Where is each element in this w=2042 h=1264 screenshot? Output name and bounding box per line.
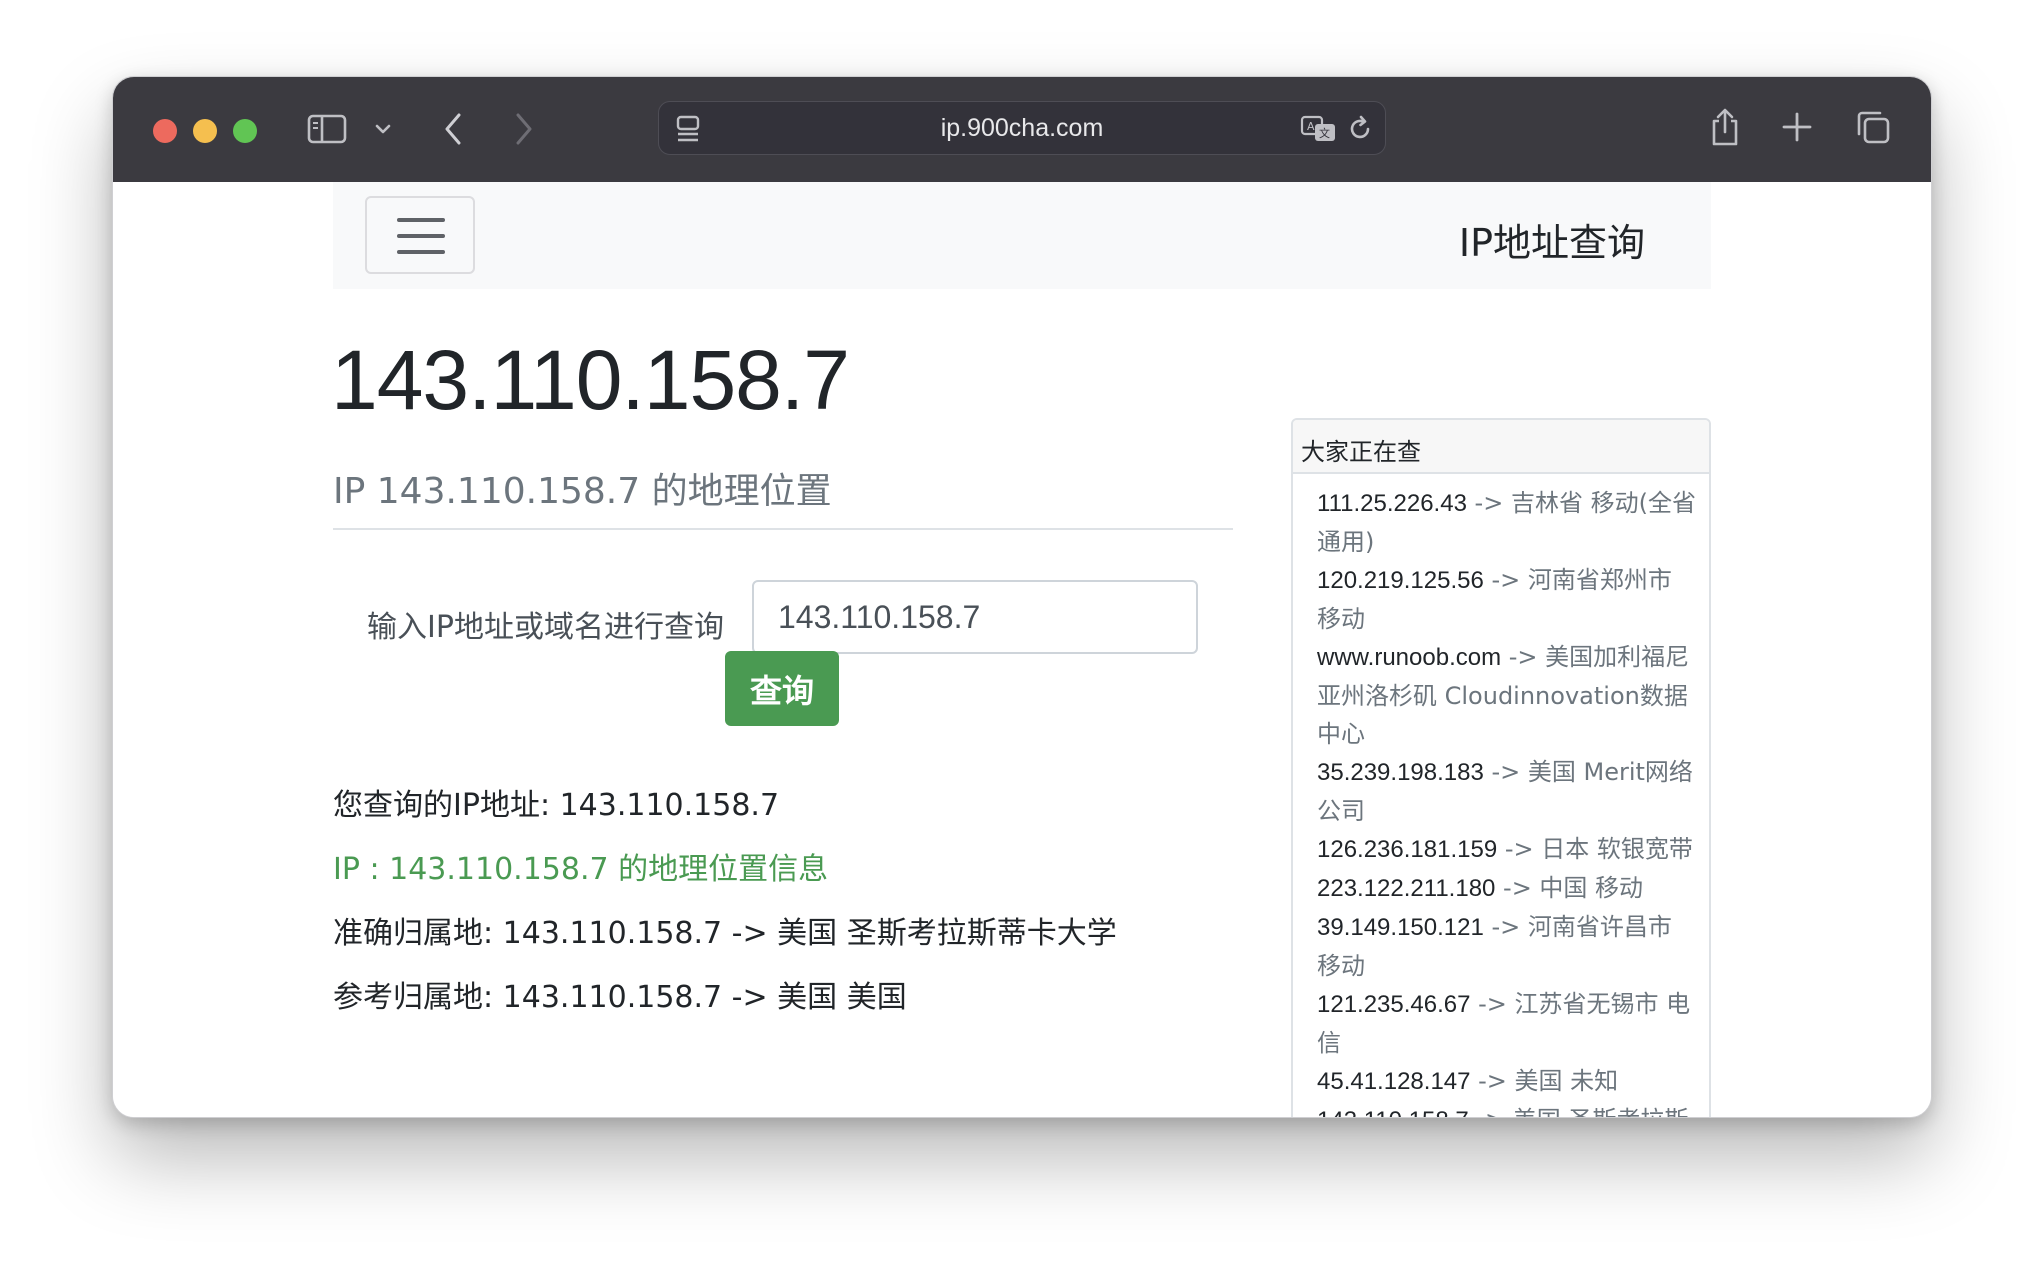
sidebar-icon[interactable] bbox=[305, 109, 349, 149]
hamburger-line bbox=[397, 218, 445, 222]
url-text[interactable]: ip.900cha.com bbox=[659, 114, 1385, 143]
page-content: IP地址查询 143.110.158.7 IP 143.110.158.7 的地… bbox=[113, 182, 1931, 1117]
share-icon[interactable] bbox=[1705, 103, 1745, 151]
query-label: 输入IP地址或域名进行查询 bbox=[367, 610, 724, 645]
forward-arrow-icon[interactable] bbox=[506, 107, 542, 151]
menu-toggle-button[interactable] bbox=[365, 196, 475, 274]
chevron-down-icon[interactable] bbox=[371, 115, 395, 143]
panel-header: 大家正在查 bbox=[1293, 420, 1709, 474]
ip-heading: 143.110.158.7 bbox=[331, 333, 850, 427]
tabs-overview-icon[interactable] bbox=[1853, 107, 1893, 147]
site-navbar: IP地址查询 bbox=[333, 182, 1711, 289]
browser-window: ip.900cha.com A文 IP地址查询 143.110.158.7 IP… bbox=[112, 76, 1932, 1118]
translate-icon[interactable]: A文 bbox=[1299, 112, 1339, 146]
query-button[interactable]: 查询 bbox=[725, 651, 839, 726]
close-window-button[interactable] bbox=[153, 119, 177, 143]
list-item[interactable]: 120.219.125.56 -> 河南省郑州市 移动 bbox=[1317, 561, 1697, 638]
list-item[interactable]: 111.25.226.43 -> 吉林省 移动(全省通用) bbox=[1317, 484, 1697, 561]
reference-location-text: 参考归属地: 143.110.158.7 -> 美国 美国 bbox=[333, 980, 907, 1015]
zoom-window-button[interactable] bbox=[233, 119, 257, 143]
minimize-window-button[interactable] bbox=[193, 119, 217, 143]
hamburger-line bbox=[397, 234, 445, 238]
list-item[interactable]: 45.41.128.147 -> 美国 未知 bbox=[1317, 1062, 1697, 1101]
svg-text:文: 文 bbox=[1319, 126, 1330, 140]
recent-queries-list: 111.25.226.43 -> 吉林省 移动(全省通用) 120.219.12… bbox=[1293, 474, 1709, 1117]
recent-queries-panel: 大家正在查 111.25.226.43 -> 吉林省 移动(全省通用) 120.… bbox=[1291, 418, 1711, 1117]
geo-info-link[interactable]: IP : 143.110.158.7 的地理位置信息 bbox=[333, 844, 828, 888]
plus-icon[interactable] bbox=[1779, 109, 1815, 145]
svg-text:A: A bbox=[1307, 120, 1315, 133]
divider bbox=[333, 528, 1233, 530]
list-item[interactable]: 35.239.198.183 -> 美国 Merit网络公司 bbox=[1317, 753, 1697, 830]
list-item[interactable]: 126.236.181.159 -> 日本 软银宽带 bbox=[1317, 830, 1697, 869]
back-arrow-icon[interactable] bbox=[435, 107, 471, 151]
list-item[interactable]: www.runoob.com -> 美国加利福尼亚州洛杉矶 Cloudinnov… bbox=[1317, 638, 1697, 753]
ip-subheading: IP 143.110.158.7 的地理位置 bbox=[333, 471, 832, 512]
queried-ip-text: 您查询的IP地址: 143.110.158.7 bbox=[333, 788, 780, 823]
hamburger-line bbox=[397, 250, 445, 254]
list-item[interactable]: 223.122.211.180 -> 中国 移动 bbox=[1317, 869, 1697, 908]
browser-toolbar: ip.900cha.com A文 bbox=[113, 77, 1931, 182]
accurate-location-text: 准确归属地: 143.110.158.7 -> 美国 圣斯考拉斯蒂卡大学 bbox=[333, 916, 1117, 951]
list-item[interactable]: 143.110.158.7 -> 美国 圣斯考拉斯蒂卡大学 bbox=[1317, 1101, 1697, 1117]
ip-query-input[interactable] bbox=[752, 580, 1198, 654]
address-bar[interactable]: ip.900cha.com A文 bbox=[658, 101, 1386, 155]
list-item[interactable]: 121.235.46.67 -> 江苏省无锡市 电信 bbox=[1317, 985, 1697, 1062]
reload-icon[interactable] bbox=[1343, 112, 1377, 146]
list-item[interactable]: 39.149.150.121 -> 河南省许昌市 移动 bbox=[1317, 908, 1697, 985]
site-brand[interactable]: IP地址查询 bbox=[1459, 212, 1645, 267]
